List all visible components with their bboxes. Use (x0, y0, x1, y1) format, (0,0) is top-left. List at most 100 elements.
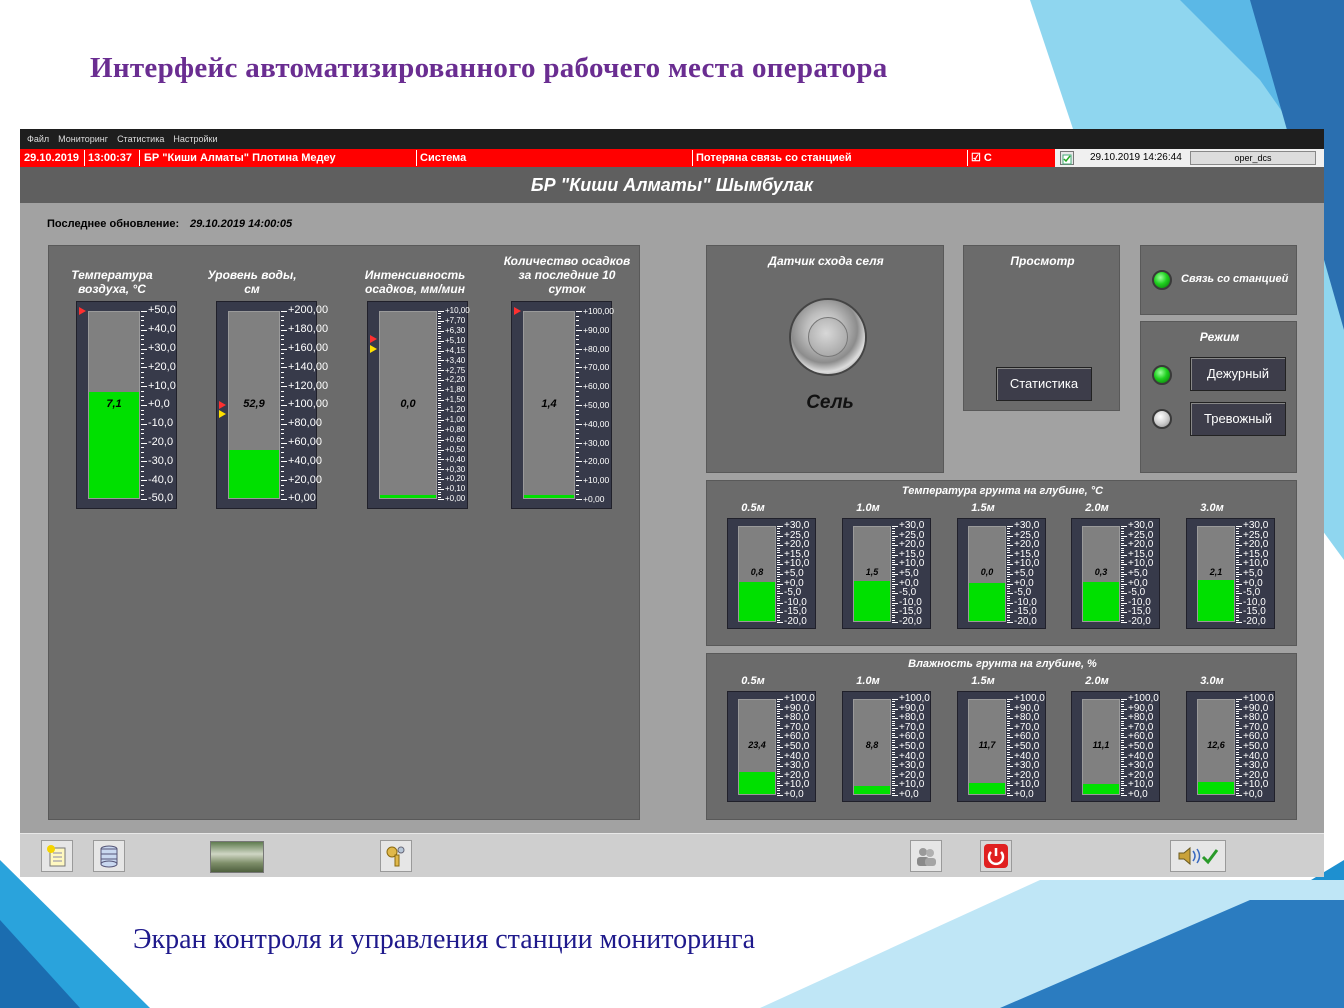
gauge-tube: 52,9 (228, 311, 280, 499)
alarm-ack[interactable]: ☑ С (971, 149, 992, 167)
scale-label: +40,0 (148, 323, 176, 336)
scale-label: +3,40 (445, 355, 466, 365)
report-icon[interactable] (1060, 151, 1074, 165)
users-icon[interactable] (910, 840, 942, 872)
scale-label: -20,0 (148, 436, 174, 448)
photo-thumbnail[interactable] (210, 841, 264, 873)
scale-label: +30,00 (583, 437, 610, 448)
gauge-title: Количество осадков за последние 10 суток (503, 254, 631, 296)
soil_temp-gauge-2: 0,0 +30,0 +25,0 +20,0 +15,0 +10,0 +5,0 +0,0 -5,0… (957, 518, 1046, 629)
duty-led-icon (1152, 365, 1172, 385)
scale-label: -10,0 (148, 417, 174, 430)
scale-label: +0,10 (445, 484, 466, 494)
scale-label: +7,70 (445, 316, 466, 326)
scale-label: +0,00 (445, 494, 466, 504)
gauge-value: 7,1 (106, 398, 122, 410)
new-report-icon[interactable] (41, 840, 73, 872)
gauge-tube: 1,5 (853, 526, 891, 622)
scale-label: -50,0 (148, 492, 174, 505)
gauge-fill (229, 449, 279, 498)
gauge-tube: 0,0 (379, 311, 437, 499)
scale-label: +4,15 (445, 345, 466, 355)
scale-label: +0,30 (445, 464, 466, 474)
scale-label: -20,0 (1128, 616, 1151, 627)
alarm-source: БР "Киши Алматы" Плотина Медеу (144, 152, 336, 164)
scale-label: +160,00 (288, 342, 329, 354)
gauge-fill (969, 583, 1005, 621)
scale-label: +10,00 (445, 306, 470, 316)
depth-label: 1.5м (971, 502, 995, 514)
main-gauge-2: 0,0 +10,00 +7,70 +6,30 +5,10 +4,15 +3,40 +2,75 +… (367, 301, 470, 509)
scale-label: +80,00 (583, 343, 610, 354)
scale-label: +50,0 (148, 304, 176, 317)
gauge-tube: 7,1 (88, 311, 140, 499)
station-title: БР "Киши Алматы" Шымбулак (20, 167, 1324, 203)
main-gauge-3: 1,4 +100,00 +90,00 +80,00 +70,00 +60,00 +50,00… (511, 301, 614, 509)
connection-led-icon (1152, 270, 1172, 290)
scale-label: +0,00 (583, 493, 605, 504)
alarm-row[interactable]: 29.10.2019 13:00:37 БР "Киши Алматы" Пло… (20, 149, 1055, 167)
soil_temp-gauge-0: 0,8 +30,0 +25,0 +20,0 +15,0 +10,0 +5,0 +0,0 -5,0… (727, 518, 816, 629)
scale-label: +80,00 (288, 417, 322, 430)
scale-label: +10,0 (148, 379, 176, 392)
depth-label: 1.0м (856, 502, 880, 514)
scale-label: +0,40 (445, 454, 466, 464)
statistics-button[interactable]: Статистика (996, 367, 1092, 401)
gauge-fill (524, 495, 574, 498)
gauge-value: 1,4 (541, 398, 557, 410)
gauge-fill (380, 495, 436, 498)
scale-label: +40,00 (583, 418, 610, 429)
soil_moist-gauge-1: 8,8 +100,0 +90,0 +80,0 +70,0 +60,0 +50,0 +40,0 +… (842, 691, 931, 802)
main-gauge-1: 52,9 +200,00 +180,00 +160,00 +140,00 +120,00 +… (216, 301, 328, 509)
sel-lamp-icon (789, 298, 867, 376)
depth-label: 3.0м (1200, 502, 1224, 514)
scale-label: +2,75 (445, 365, 466, 375)
menu-monitoring[interactable]: Мониторинг (58, 134, 108, 144)
soil-moist-panel: Влажность грунта на глубине, % 0.5м 23,4 +… (706, 653, 1297, 820)
limit-marker-icon (219, 410, 226, 419)
scale-label: -20,0 (899, 616, 922, 627)
soil_temp-gauge-1: 1,5 +30,0 +25,0 +20,0 +15,0 +10,0 +5,0 +0,0 -5,0… (842, 518, 931, 629)
sound-check-icon[interactable] (1170, 840, 1226, 872)
slide-title: Интерфейс автоматизированного рабочего м… (90, 52, 888, 84)
gauge-tube: 11,1 (1082, 699, 1120, 795)
view-title: Просмотр (1010, 254, 1075, 268)
scale-label: +100,00 (288, 398, 329, 411)
database-icon[interactable] (93, 840, 125, 872)
power-icon[interactable] (980, 840, 1012, 872)
current-datetime: 29.10.2019 14:26:44 (1090, 152, 1182, 163)
connection-label: Связь со станцией (1181, 273, 1289, 285)
gauge-fill (854, 580, 890, 621)
scale-label: +0,0 (784, 789, 804, 800)
gauge-fill (1198, 782, 1234, 794)
gauge-value: 11,1 (1092, 740, 1110, 750)
gauge-value: 0,0 (980, 567, 994, 577)
gauge-tube: 11,7 (968, 699, 1006, 795)
scale-label: +10,00 (583, 475, 610, 486)
scale-label: +0,60 (445, 434, 466, 444)
gauge-value: 23,4 (748, 740, 766, 750)
scale-label: +0,0 (899, 789, 919, 800)
keys-icon[interactable] (380, 840, 412, 872)
menu-bar: Файл Мониторинг Статистика Настройки (20, 129, 1324, 149)
view-panel: Просмотр Статистика (963, 245, 1120, 411)
scale-label: +0,0 (148, 398, 170, 411)
gauge-fill (969, 783, 1005, 794)
soil_moist-gauge-0: 23,4 +100,0 +90,0 +80,0 +70,0 +60,0 +50,0 +40,0… (727, 691, 816, 802)
gauge-title: Уровень воды, см (207, 268, 297, 296)
operator-app-window: Файл Мониторинг Статистика Настройки 29.… (20, 129, 1324, 877)
main-gauge-0: 7,1 +50,0 +40,0 +30,0 +20,0 +10,0 +0,0 -10,0 -20… (76, 301, 177, 509)
gauge-fill (1198, 579, 1234, 621)
gauge-tube: 1,4 (523, 311, 575, 499)
alarm-bar[interactable]: 29.10.2019 13:00:37 БР "Киши Алматы" Пло… (20, 149, 1324, 167)
gauge-value: 2,1 (1209, 567, 1223, 577)
user-field[interactable]: oper_dcs (1190, 151, 1316, 165)
menu-file[interactable]: Файл (27, 134, 49, 144)
menu-statistics[interactable]: Статистика (117, 134, 164, 144)
alarm-mode-button[interactable]: Тревожный (1190, 402, 1286, 436)
gauge-tube: 2,1 (1197, 526, 1235, 622)
mode-panel: Режим Дежурный Тревожный (1140, 321, 1297, 473)
menu-settings[interactable]: Настройки (173, 134, 217, 144)
duty-mode-button[interactable]: Дежурный (1190, 357, 1286, 391)
soil-temp-title: Температура грунта на глубине, °С (901, 485, 1104, 497)
